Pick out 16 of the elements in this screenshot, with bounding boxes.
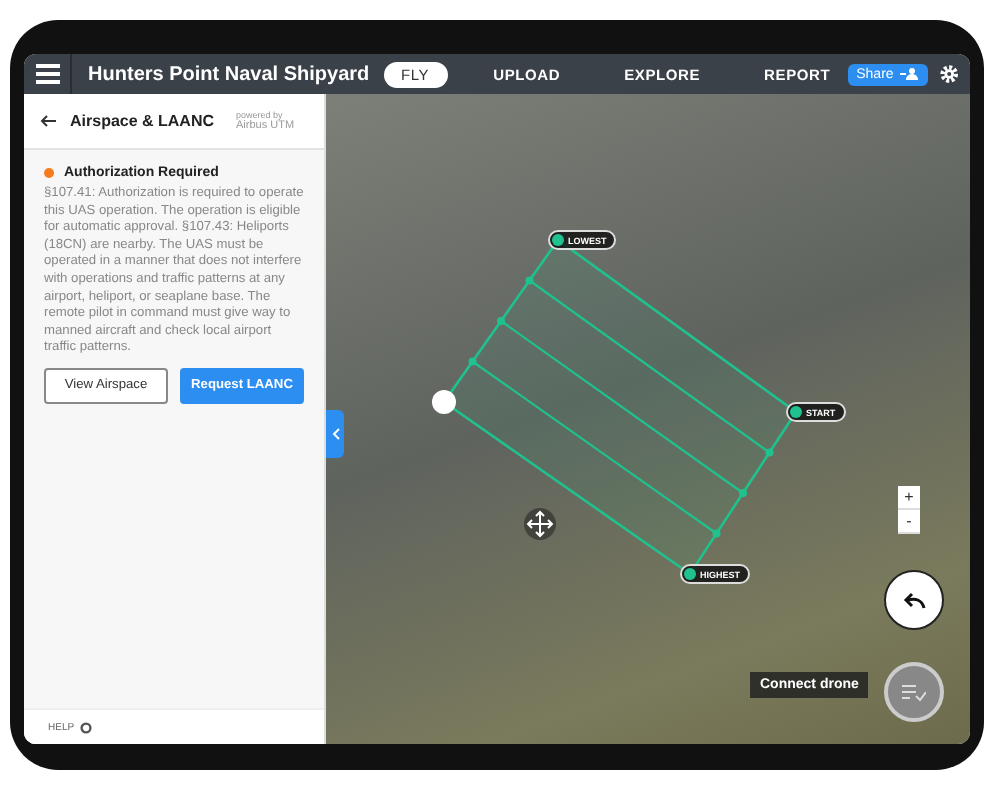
menu-icon[interactable] xyxy=(35,64,60,84)
checklist-icon xyxy=(902,683,926,701)
status-dot xyxy=(44,168,54,178)
move-icon[interactable] xyxy=(524,508,556,540)
lifebuoy-icon xyxy=(80,721,93,733)
checklist-button[interactable] xyxy=(884,662,944,722)
zoom-in-button[interactable]: + xyxy=(898,486,920,510)
undo-button[interactable] xyxy=(884,570,944,630)
collapse-tab[interactable] xyxy=(326,410,344,458)
people-icon xyxy=(899,68,920,80)
undo-arrow-icon xyxy=(902,591,926,609)
chevron-left-icon xyxy=(331,428,339,440)
panel-title: Airspace & LAANC xyxy=(70,112,215,130)
project-title: Hunters Point Naval Shipyard xyxy=(88,63,372,85)
back-arrow-icon[interactable] xyxy=(40,114,56,128)
settings-icon[interactable] xyxy=(939,64,959,84)
